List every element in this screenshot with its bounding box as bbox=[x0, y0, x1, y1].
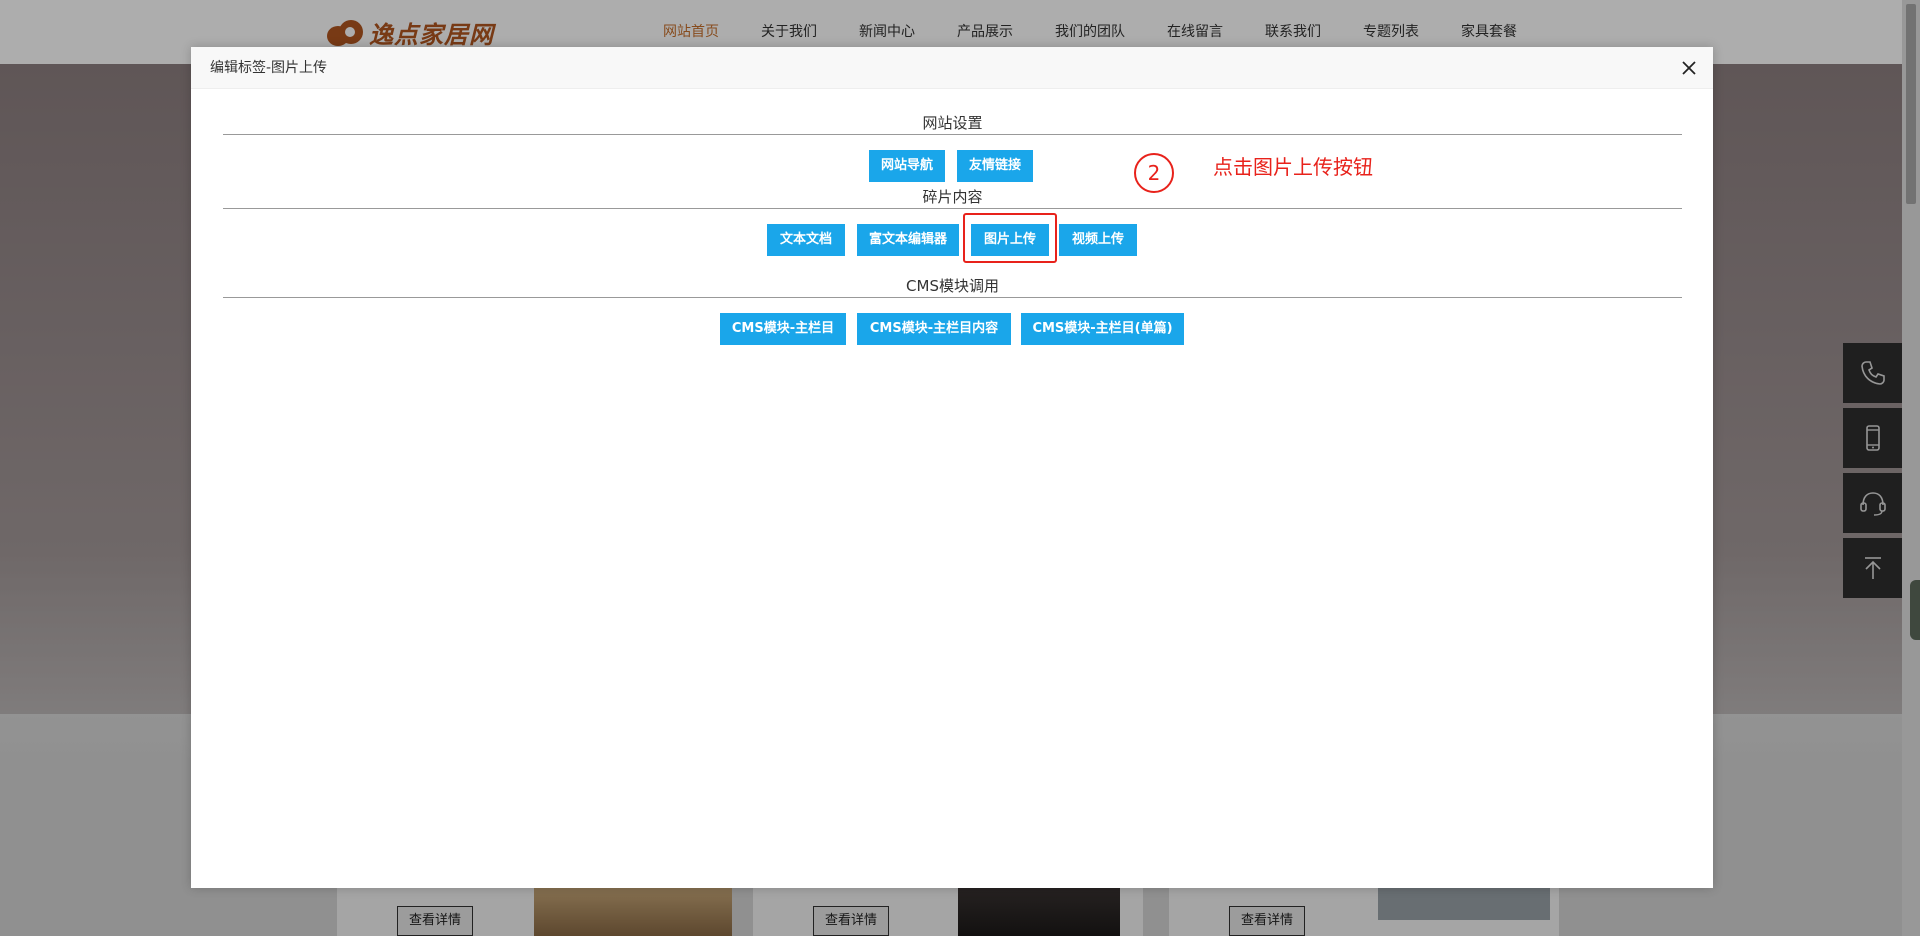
image-upload-highlight bbox=[963, 213, 1057, 263]
text-document-button[interactable]: 文本文档 bbox=[767, 224, 845, 256]
cms-main-column-single-button[interactable]: CMS模块-主栏目(单篇) bbox=[1021, 313, 1184, 345]
dialog-header: 编辑标签-图片上传 bbox=[191, 47, 1713, 89]
close-icon bbox=[1682, 61, 1696, 75]
section-divider bbox=[223, 208, 1682, 209]
step-number-badge: 2 bbox=[1134, 153, 1174, 193]
dialog-title: 编辑标签-图片上传 bbox=[210, 60, 328, 76]
cms-main-column-button[interactable]: CMS模块-主栏目 bbox=[720, 313, 846, 345]
edit-tag-dialog: 编辑标签-图片上传 网站设置 网站导航 友情链接 碎片内容 文本文档 富文本编辑… bbox=[191, 47, 1713, 888]
site-nav-button[interactable]: 网站导航 bbox=[869, 150, 945, 182]
video-upload-button[interactable]: 视频上传 bbox=[1059, 224, 1137, 256]
rich-text-editor-button[interactable]: 富文本编辑器 bbox=[857, 224, 959, 256]
close-button[interactable] bbox=[1677, 56, 1701, 80]
step-instruction: 点击图片上传按钮 bbox=[1213, 155, 1373, 179]
cms-main-column-content-button[interactable]: CMS模块-主栏目内容 bbox=[857, 313, 1011, 345]
section-title-fragments: 碎片内容 bbox=[922, 188, 983, 206]
friend-links-button[interactable]: 友情链接 bbox=[957, 150, 1033, 182]
section-divider bbox=[223, 297, 1682, 298]
section-title-site-settings: 网站设置 bbox=[922, 114, 983, 132]
section-title-cms-modules: CMS模块调用 bbox=[906, 277, 999, 295]
section-divider bbox=[223, 134, 1682, 135]
